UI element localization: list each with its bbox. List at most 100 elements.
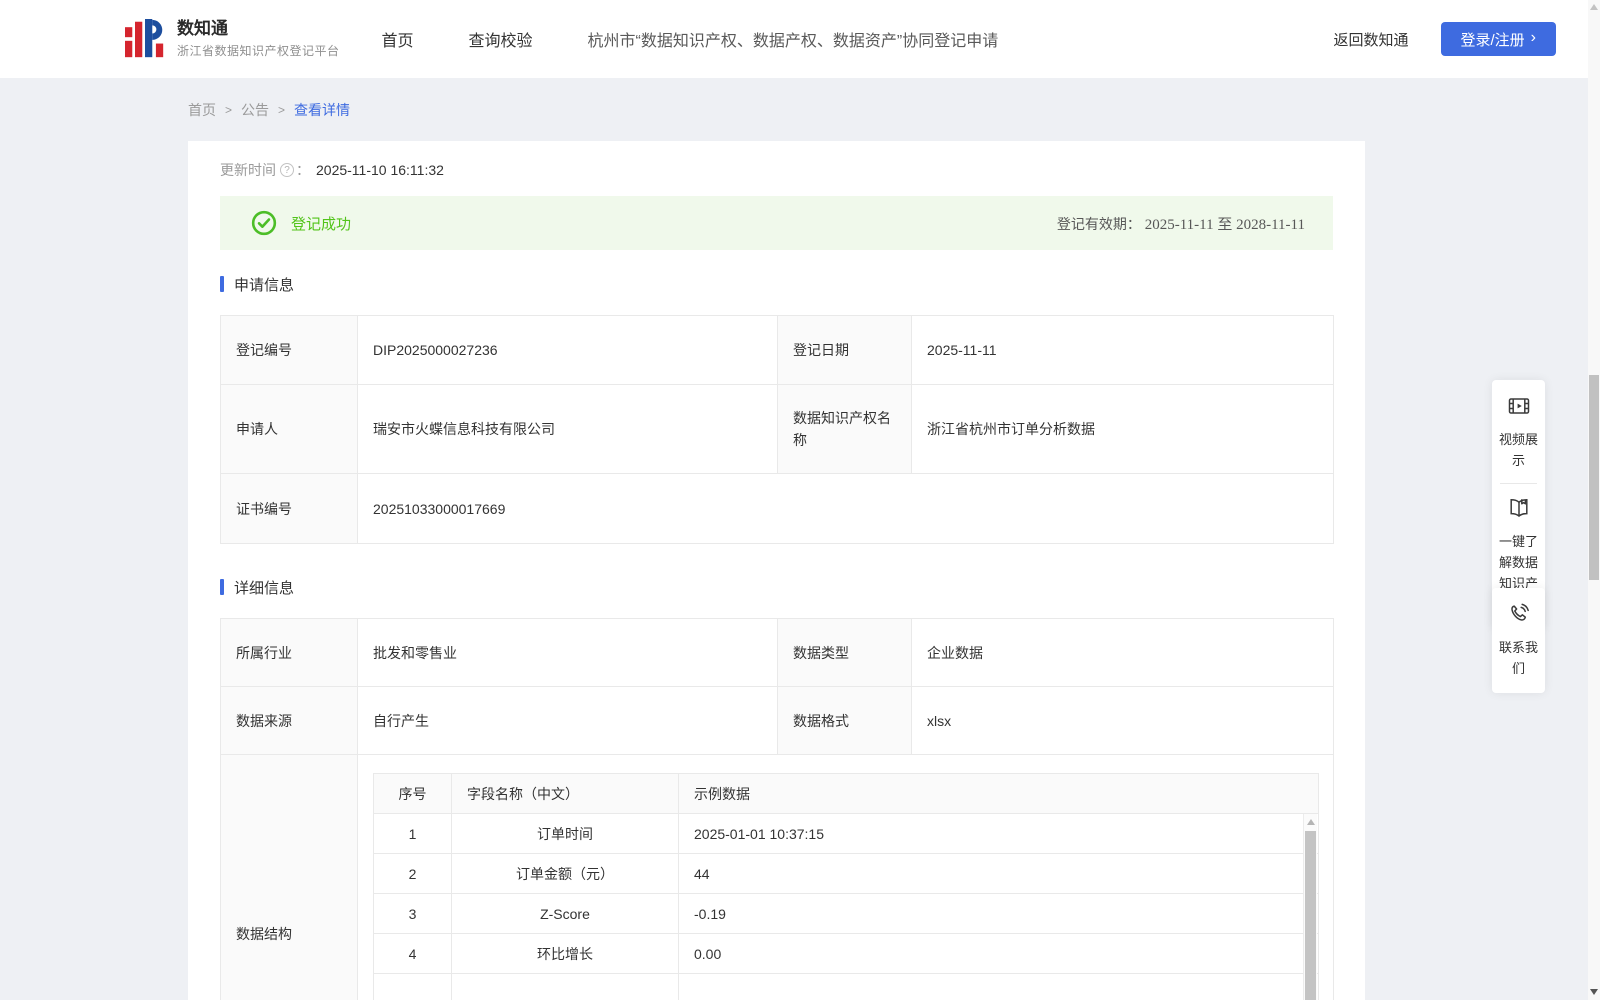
contact-us-button[interactable]: 联系我们 [1495, 602, 1542, 679]
validity-value: 2025-11-11 至 2028-11-11 [1144, 216, 1305, 233]
cell-sample-data: 44 [678, 853, 1319, 894]
nav-hangzhou-joint-registration[interactable]: 杭州市“数据知识产权、数据产权、数据资产”协同登记申请 [588, 27, 999, 51]
validity-period: 登记有效期： 2025-11-11 至 2028-11-11 [1057, 213, 1305, 234]
brand-logo-icon [125, 19, 164, 58]
page-scrollbar-thumb[interactable] [1589, 375, 1599, 580]
structure-table-scrollbar[interactable] [1303, 814, 1317, 1000]
structure-scrollbar-thumb[interactable] [1305, 831, 1316, 1000]
structure-row: 3 Z-Score -0.19 [373, 893, 1319, 934]
login-register-label: 登录/注册 [1460, 31, 1525, 49]
table-row: 数据来源 自行产生 数据格式 xlsx [220, 686, 1334, 755]
field-label-data-format: 数据格式 [777, 686, 912, 755]
section-title-text: 详细信息 [234, 579, 295, 597]
page-scrollbar[interactable] [1588, 0, 1600, 1000]
field-value-industry: 批发和零售业 [357, 618, 778, 687]
cell-sample-data: 0.00 [678, 933, 1319, 974]
column-header-sample-data: 示例数据 [678, 773, 1319, 814]
update-time-value: 2025-11-10 16:11:32 [316, 162, 444, 178]
side-widget-contact: 联系我们 [1492, 588, 1545, 693]
widget-divider [1500, 483, 1537, 484]
video-demo-label: 视频展示 [1498, 432, 1538, 468]
cell-seq: 3 [373, 893, 452, 934]
chevron-right-icon: › [1530, 29, 1536, 46]
detail-card: 更新时间 ? ： 2025-11-10 16:11:32 登记成功 登记有效期：… [188, 141, 1365, 1000]
section-title-application-info: 申请信息 [220, 276, 1333, 294]
field-value-data-format: xlsx [911, 686, 1334, 755]
brand-subtitle: 浙江省数据知识产权登记平台 [177, 44, 340, 58]
cell-field-name: 订单时间 [451, 813, 679, 854]
update-time-label: 更新时间 [220, 162, 276, 178]
phone-icon [1510, 603, 1529, 621]
cell-field-name: 环比增长 [451, 933, 679, 974]
status-banner: 登记成功 登记有效期： 2025-11-11 至 2028-11-11 [220, 196, 1333, 250]
colon: ： [296, 162, 310, 178]
section-title-text: 申请信息 [234, 276, 295, 294]
book-icon [1509, 499, 1528, 517]
field-label-registration-date: 登记日期 [777, 315, 912, 385]
field-label-data-type: 数据类型 [777, 618, 912, 687]
data-structure-table: 序号 字段名称（中文） 示例数据 1 订单时间 2025-01-01 10:37… [373, 773, 1319, 1000]
field-label-data-ip-name: 数据知识产权名称 [777, 384, 912, 474]
video-demo-button[interactable]: 视频展示 [1495, 394, 1542, 471]
field-label-data-source: 数据来源 [220, 686, 358, 755]
validity-label: 登记有效期： [1056, 215, 1141, 232]
field-label-certificate-no: 证书编号 [220, 473, 358, 544]
breadcrumb-separator: > [225, 103, 233, 117]
main-nav: 首页 查询校验 杭州市“数据知识产权、数据产权、数据资产”协同登记申请 [382, 27, 999, 51]
nav-query-verify[interactable]: 查询校验 [469, 27, 533, 51]
field-value-registration-no: DIP2025000027236 [357, 315, 778, 385]
breadcrumb-home[interactable]: 首页 [188, 100, 216, 120]
structure-header-row: 序号 字段名称（中文） 示例数据 [373, 773, 1319, 814]
section-marker [220, 276, 224, 292]
structure-row: 1 订单时间 2025-01-01 10:37:15 [373, 813, 1319, 854]
table-row: 证书编号 20251033000017669 [220, 473, 1334, 544]
top-nav-bar: 数知通 浙江省数据知识产权登记平台 首页 查询校验 杭州市“数据知识产权、数据产… [0, 0, 1600, 78]
contact-us-label: 联系我们 [1498, 640, 1538, 676]
breadcrumb-current: 查看详情 [294, 102, 351, 118]
scroll-up-icon[interactable] [1306, 819, 1315, 825]
cell-field-name: 订单金额（元） [451, 853, 679, 894]
update-time-row: 更新时间 ? ： 2025-11-10 16:11:32 [220, 161, 1333, 179]
breadcrumb: 首页 > 公告 > 查看详情 [188, 100, 1600, 120]
field-label-registration-no: 登记编号 [220, 315, 358, 385]
cell-field-name: Z-Score [451, 893, 679, 934]
structure-row [373, 973, 1319, 1000]
breadcrumb-separator: > [278, 103, 286, 117]
table-row: 所属行业 批发和零售业 数据类型 企业数据 [220, 618, 1334, 687]
breadcrumb-announcement[interactable]: 公告 [241, 100, 269, 120]
help-icon[interactable]: ? [280, 163, 294, 177]
scroll-up-arrow-icon[interactable] [1590, 4, 1598, 10]
success-check-icon [251, 210, 277, 236]
cell-seq: 4 [373, 933, 452, 974]
cell-seq: 1 [373, 813, 452, 854]
login-register-button[interactable]: 登录/注册 › [1440, 22, 1556, 56]
field-value-applicant: 瑞安市火蝶信息科技有限公司 [357, 384, 778, 474]
back-to-shuzhitong-link[interactable]: 返回数知通 [1333, 29, 1408, 50]
brand-title: 数知通 [177, 19, 228, 38]
field-value-data-type: 企业数据 [911, 618, 1334, 687]
status-text: 登记成功 [291, 215, 352, 233]
field-value-registration-date: 2025-11-11 [911, 315, 1334, 385]
structure-row: 4 环比增长 0.00 [373, 933, 1319, 974]
section-marker [220, 579, 224, 595]
field-value-data-ip-name: 浙江省杭州市订单分析数据 [911, 384, 1334, 474]
data-structure-label: 数据结构 [220, 754, 358, 1000]
column-header-seq: 序号 [373, 773, 452, 814]
field-label-industry: 所属行业 [220, 618, 358, 687]
section-title-detail-info: 详细信息 [220, 579, 1333, 597]
data-structure-table-container: 序号 字段名称（中文） 示例数据 1 订单时间 2025-01-01 10:37… [373, 773, 1319, 1000]
scroll-down-arrow-icon[interactable] [1590, 989, 1598, 995]
application-info-table: 登记编号 DIP2025000027236 登记日期 2025-11-11 申请… [220, 315, 1334, 544]
nav-home[interactable]: 首页 [382, 27, 414, 51]
table-row: 数据结构 序号 字段名称（中文） 示例数据 1 订单时间 2025-01-01 … [220, 754, 1334, 1000]
structure-row: 2 订单金额（元） 44 [373, 853, 1319, 894]
video-icon [1508, 398, 1529, 414]
table-row: 申请人 瑞安市火蝶信息科技有限公司 数据知识产权名称 浙江省杭州市订单分析数据 [220, 384, 1334, 474]
brand-logo[interactable]: 数知通 浙江省数据知识产权登记平台 [125, 19, 340, 59]
column-header-field-name: 字段名称（中文） [451, 773, 679, 814]
cell-sample-data: 2025-01-01 10:37:15 [678, 813, 1319, 854]
field-value-data-source: 自行产生 [357, 686, 778, 755]
topbar-right: 返回数知通 登录/注册 › [1333, 22, 1556, 56]
field-label-applicant: 申请人 [220, 384, 358, 474]
field-value-certificate-no: 20251033000017669 [357, 473, 1334, 544]
